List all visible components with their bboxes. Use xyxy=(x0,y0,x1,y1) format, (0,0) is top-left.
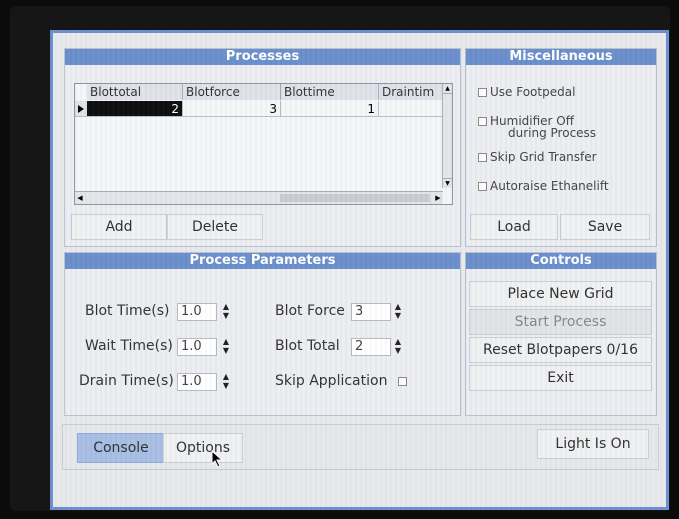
touchscreen: Processes Blottotal Blotforce Blottime D… xyxy=(50,30,669,510)
process-parameters-panel: Process Parameters Blot Time(s) 1.0 ▲ ▼ W… xyxy=(64,252,461,416)
delete-button[interactable]: Delete xyxy=(167,214,263,240)
drain-time-field[interactable]: 1.0 xyxy=(177,373,217,391)
row-selector-icon[interactable] xyxy=(75,101,87,117)
scrollbar-thumb[interactable] xyxy=(280,194,430,202)
drain-time-stepper-icon[interactable]: ▲ ▼ xyxy=(221,372,231,392)
processes-panel: Processes Blottotal Blotforce Blottime D… xyxy=(64,48,461,247)
table-horizontal-scrollbar[interactable]: ◀ ▶ xyxy=(75,191,443,204)
tab-options[interactable]: Options xyxy=(163,433,243,463)
skip-application-label: Skip Application xyxy=(275,373,388,389)
mouse-pointer-icon xyxy=(211,449,225,468)
drain-time-label: Drain Time(s) xyxy=(79,373,174,389)
column-header-blottotal[interactable]: Blottotal xyxy=(87,84,183,100)
blot-time-stepper-icon[interactable]: ▲ ▼ xyxy=(221,302,231,322)
miscellaneous-title: Miscellaneous xyxy=(466,49,656,65)
scroll-right-icon[interactable]: ▶ xyxy=(433,192,443,204)
blot-force-stepper-icon[interactable]: ▲ ▼ xyxy=(393,302,403,322)
wait-time-stepper-icon[interactable]: ▲ ▼ xyxy=(221,337,231,357)
save-button[interactable]: Save xyxy=(560,214,650,240)
blot-total-field[interactable]: 2 xyxy=(351,338,391,356)
blot-time-field[interactable]: 1.0 xyxy=(177,303,217,321)
autoraise-ethanelift-label: Autoraise Ethanelift xyxy=(490,179,609,193)
blot-total-label: Blot Total xyxy=(275,338,340,354)
use-footpedal-checkbox[interactable] xyxy=(478,88,487,97)
scroll-up-icon[interactable]: ▲ xyxy=(443,84,452,94)
miscellaneous-panel: Miscellaneous Use Footpedal Humidifier O… xyxy=(465,48,657,247)
processes-table: Blottotal Blotforce Blottime Draintim 2 … xyxy=(74,83,453,205)
blot-time-label: Blot Time(s) xyxy=(85,303,170,319)
controls-panel: Controls Place New Grid Start Process Re… xyxy=(465,252,657,416)
processes-title: Processes xyxy=(65,49,460,65)
column-header-blotforce[interactable]: Blotforce xyxy=(183,84,281,100)
table-vertical-scrollbar[interactable]: ▲ ▼ xyxy=(442,84,452,188)
tab-console[interactable]: Console xyxy=(77,433,165,463)
scroll-down-icon[interactable]: ▼ xyxy=(443,178,452,188)
table-cell-draintime[interactable] xyxy=(379,101,443,117)
wait-time-field[interactable]: 1.0 xyxy=(177,338,217,356)
skip-grid-transfer-label: Skip Grid Transfer xyxy=(490,150,597,164)
bottom-bar: Console Options Light Is On xyxy=(62,424,659,470)
autoraise-ethanelift-checkbox[interactable] xyxy=(478,182,487,191)
column-header-blottime[interactable]: Blottime xyxy=(281,84,379,100)
add-button[interactable]: Add xyxy=(71,214,167,240)
skip-grid-transfer-checkbox[interactable] xyxy=(478,153,487,162)
table-cell-blotforce[interactable]: 3 xyxy=(183,101,281,117)
exit-button[interactable]: Exit xyxy=(469,365,652,391)
process-parameters-title: Process Parameters xyxy=(65,253,460,269)
reset-blotpapers-button[interactable]: Reset Blotpapers 0/16 xyxy=(469,337,652,363)
table-cell-blottime[interactable]: 1 xyxy=(281,101,379,117)
wait-time-label: Wait Time(s) xyxy=(85,338,173,354)
blot-force-label: Blot Force xyxy=(275,303,345,319)
controls-title: Controls xyxy=(466,253,656,269)
column-header-draintime[interactable]: Draintim xyxy=(379,84,443,100)
light-status-button[interactable]: Light Is On xyxy=(537,429,649,459)
use-footpedal-label: Use Footpedal xyxy=(490,85,576,99)
load-button[interactable]: Load xyxy=(470,214,558,240)
place-new-grid-button[interactable]: Place New Grid xyxy=(469,281,652,307)
scroll-left-icon[interactable]: ◀ xyxy=(75,192,85,204)
humidifier-off-checkbox[interactable] xyxy=(478,117,487,126)
humidifier-off-label-line2: during Process xyxy=(508,126,597,140)
start-process-button[interactable]: Start Process xyxy=(469,309,652,335)
table-cell-blottotal[interactable]: 2 xyxy=(87,101,183,117)
blot-force-field[interactable]: 3 xyxy=(351,303,391,321)
skip-application-checkbox[interactable] xyxy=(398,377,407,386)
blot-total-stepper-icon[interactable]: ▲ ▼ xyxy=(393,337,403,357)
